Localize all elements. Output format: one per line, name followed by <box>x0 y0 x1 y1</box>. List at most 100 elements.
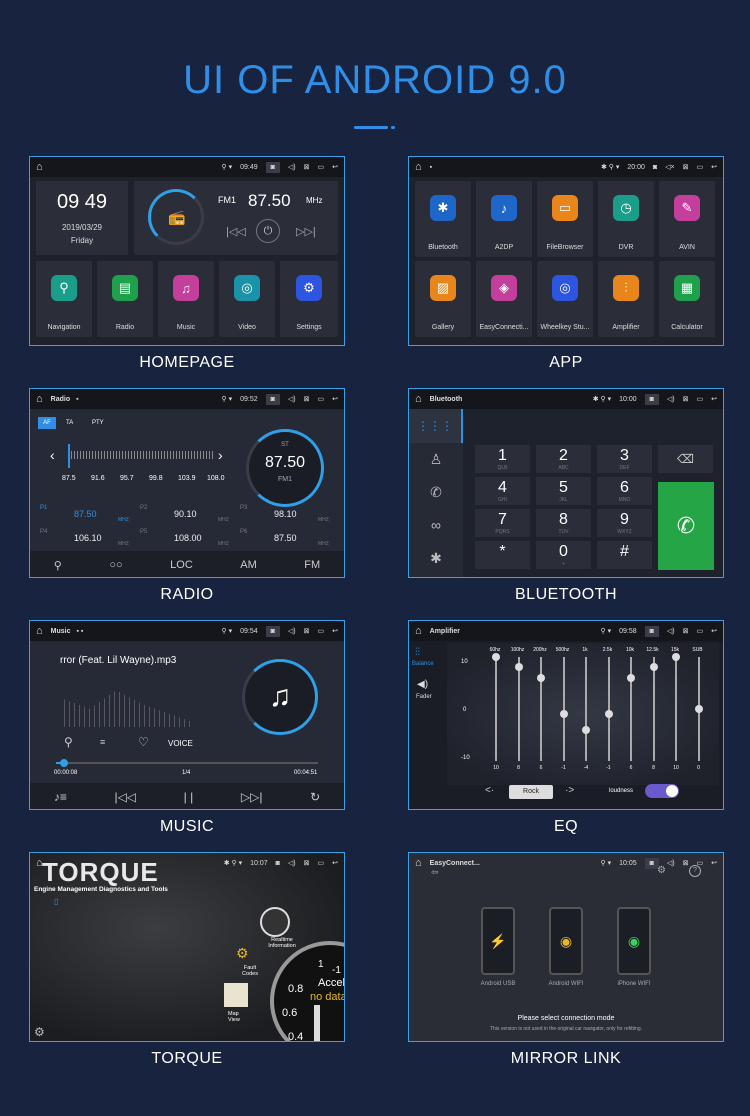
close-icon[interactable]: ⊠ <box>304 627 310 635</box>
app-tile[interactable]: ♪ A2DP <box>476 181 532 257</box>
stereo-icon[interactable]: ○○ <box>109 559 122 571</box>
next-icon[interactable]: ▷▷| <box>241 790 263 804</box>
prev-preset-icon[interactable]: <· <box>485 785 494 796</box>
app-tile[interactable]: ⫶ Amplifier <box>598 261 654 337</box>
close-icon[interactable]: ⊠ <box>304 163 310 171</box>
voice-button[interactable]: VOICE <box>168 739 193 748</box>
app-tile[interactable]: ◈ EasyConnecti... <box>476 261 532 337</box>
window-icon[interactable]: ▭ <box>318 627 325 635</box>
close-icon[interactable]: ⊠ <box>683 395 689 403</box>
tuning-scale[interactable] <box>68 451 214 459</box>
home-icon[interactable]: ⌂ <box>36 393 43 405</box>
eq-knob[interactable] <box>627 673 635 682</box>
app-tile[interactable]: ▭ FileBrowser <box>537 181 593 257</box>
eq-knob[interactable] <box>694 705 703 713</box>
playlist-music-icon[interactable]: ♪≡ <box>54 790 67 804</box>
home-icon[interactable]: ⌂ <box>36 161 43 173</box>
progress-knob[interactable] <box>59 759 68 767</box>
dialpad-icon[interactable]: ⋮⋮⋮ <box>409 409 463 443</box>
eq-slider[interactable] <box>607 657 610 761</box>
close-icon[interactable]: ⊠ <box>683 627 689 635</box>
preset-button[interactable]: Rock <box>509 785 553 799</box>
eq-slider[interactable] <box>540 657 542 761</box>
window-icon[interactable]: ▭ <box>697 627 704 635</box>
playlist-icon[interactable]: ≡ <box>100 737 105 747</box>
realtime-information-label[interactable]: Realtime Information <box>262 937 302 949</box>
camera-icon[interactable]: ◙ <box>265 393 280 405</box>
wifi-icon[interactable]: ◉ <box>549 907 583 975</box>
fm-button[interactable]: FM <box>304 559 320 571</box>
preset-item[interactable]: P6 87.50 MHZ <box>240 529 336 551</box>
camera-icon[interactable]: ◙ <box>265 161 280 173</box>
backspace-icon[interactable]: ⌫ <box>658 445 713 473</box>
eq-slider[interactable] <box>675 657 677 761</box>
back-icon[interactable]: ↩ <box>332 627 338 635</box>
link-icon[interactable]: ∞ <box>409 517 463 533</box>
back-icon[interactable]: ↩ <box>711 163 717 171</box>
home-icon[interactable]: ⌂ <box>415 625 422 637</box>
dial-key[interactable]: 7 PQRS <box>475 509 530 537</box>
repeat-icon[interactable]: ↻ <box>310 790 320 804</box>
close-icon[interactable]: ⊠ <box>683 859 689 867</box>
volume-icon[interactable]: ◁) <box>288 859 296 867</box>
camera-icon[interactable]: ◙ <box>276 860 280 867</box>
window-icon[interactable]: ▭ <box>318 163 325 171</box>
call-button[interactable]: ✆ <box>658 482 714 570</box>
app-settings[interactable]: ⚙ Settings <box>280 261 338 337</box>
dial-key[interactable]: 2 ABC <box>536 445 591 473</box>
eq-slider[interactable] <box>517 657 520 761</box>
eq-slider[interactable] <box>630 657 632 761</box>
preset-item[interactable]: P2 90.10 MHZ <box>140 505 236 527</box>
dial-key[interactable]: # <box>597 541 652 569</box>
dial-key[interactable]: 8 TUV <box>536 509 591 537</box>
search-icon[interactable]: ⚲ <box>54 559 62 572</box>
af-tag[interactable]: AF <box>38 417 56 429</box>
eq-knob[interactable] <box>559 710 568 719</box>
fault-codes-label[interactable]: Fault Codes <box>238 965 262 977</box>
search-icon[interactable]: ⚲ <box>64 735 73 749</box>
app-radio[interactable]: ▤ Radio <box>97 261 153 337</box>
eq-knob[interactable] <box>672 653 680 661</box>
camera-icon[interactable]: ◙ <box>644 625 659 637</box>
balance-icon[interactable]: ⫶⫶ <box>415 647 420 658</box>
volume-icon[interactable]: ◁) <box>288 395 296 403</box>
loudness-toggle[interactable] <box>645 784 679 798</box>
exit-icon[interactable]: ⇦ <box>431 867 439 878</box>
dial-key[interactable]: 9 WXYZ <box>597 509 652 537</box>
volume-icon[interactable]: ◁) <box>667 395 675 403</box>
dial-key[interactable]: 6 MNO <box>597 477 652 505</box>
power-icon[interactable]: ⏻ <box>256 219 280 243</box>
eq-slider[interactable] <box>652 657 655 761</box>
tuning-needle[interactable] <box>68 444 70 468</box>
close-icon[interactable]: ⊠ <box>304 859 310 867</box>
app-navigation[interactable]: ⚲ Navigation <box>36 261 92 337</box>
fader-tab[interactable]: Fader <box>416 694 432 700</box>
contacts-icon[interactable]: ♙ <box>409 451 463 468</box>
close-icon[interactable]: ⊠ <box>304 395 310 403</box>
gear-icon[interactable]: ⚙ <box>34 1025 45 1039</box>
eq-knob[interactable] <box>582 725 590 734</box>
heart-icon[interactable]: ♡ <box>138 735 149 749</box>
window-icon[interactable]: ▭ <box>697 395 704 403</box>
dial-key[interactable]: * <box>475 541 530 569</box>
back-icon[interactable]: ↩ <box>332 163 338 171</box>
call-log-icon[interactable]: ✆ <box>409 484 463 501</box>
eq-knob[interactable] <box>649 663 658 672</box>
usb-icon[interactable]: ⚡ <box>481 907 515 975</box>
seek-back-icon[interactable]: ‹ <box>50 447 55 463</box>
window-icon[interactable]: ▭ <box>318 859 325 867</box>
preset-item[interactable]: P3 98.10 MHZ <box>240 505 336 527</box>
camera-icon[interactable]: ◙ <box>653 164 657 171</box>
back-icon[interactable]: ↩ <box>332 859 338 867</box>
eq-knob[interactable] <box>537 673 545 682</box>
bluetooth-icon[interactable]: ✱ <box>409 550 463 567</box>
app-tile[interactable]: ✎ AVIN <box>659 181 715 257</box>
dial-key[interactable]: 0 + <box>536 541 591 569</box>
home-icon[interactable]: ⌂ <box>36 625 43 637</box>
clock-widget[interactable]: 09 49 2019/03/29 Friday <box>36 181 128 255</box>
app-video[interactable]: ◎ Video <box>219 261 275 337</box>
volume-icon[interactable]: ◁) <box>288 163 296 171</box>
eq-slider[interactable] <box>585 657 587 761</box>
preset-item[interactable]: P4 106.10 MHZ <box>40 529 136 551</box>
dial-key[interactable]: 5 JKL <box>536 477 591 505</box>
